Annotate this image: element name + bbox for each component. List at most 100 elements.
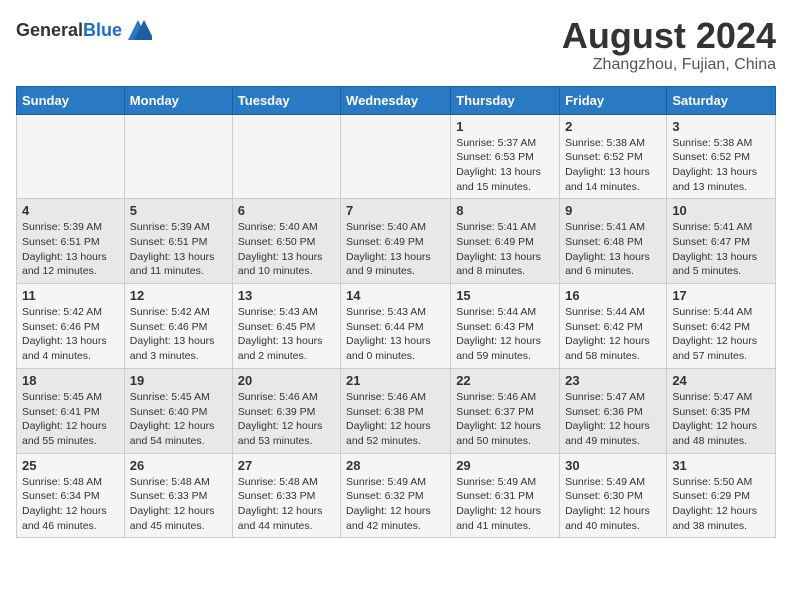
calendar-cell: 14 Sunrise: 5:43 AM Sunset: 6:44 PM Dayli… xyxy=(341,284,451,369)
weekday-header-tuesday: Tuesday xyxy=(232,86,340,114)
header: GeneralBlue August 2024 Zhangzhou, Fujia… xyxy=(16,16,776,74)
calendar-cell: 20 Sunrise: 5:46 AM Sunset: 6:39 PM Dayli… xyxy=(232,368,340,453)
calendar-cell: 22 Sunrise: 5:46 AM Sunset: 6:37 PM Dayli… xyxy=(451,368,560,453)
day-number: 30 xyxy=(565,458,661,473)
day-detail: Sunrise: 5:42 AM Sunset: 6:46 PM Dayligh… xyxy=(130,305,227,364)
day-number: 7 xyxy=(346,203,445,218)
day-detail: Sunrise: 5:49 AM Sunset: 6:31 PM Dayligh… xyxy=(456,475,554,534)
week-row-3: 11 Sunrise: 5:42 AM Sunset: 6:46 PM Dayli… xyxy=(17,284,776,369)
day-number: 19 xyxy=(130,373,227,388)
day-detail: Sunrise: 5:41 AM Sunset: 6:49 PM Dayligh… xyxy=(456,220,554,279)
week-row-2: 4Sunrise: 5:39 AM Sunset: 6:51 PM Daylig… xyxy=(17,199,776,284)
day-detail: Sunrise: 5:44 AM Sunset: 6:42 PM Dayligh… xyxy=(565,305,661,364)
day-detail: Sunrise: 5:49 AM Sunset: 6:30 PM Dayligh… xyxy=(565,475,661,534)
day-number: 13 xyxy=(238,288,335,303)
calendar-cell: 15 Sunrise: 5:44 AM Sunset: 6:43 PM Dayli… xyxy=(451,284,560,369)
day-number: 14 xyxy=(346,288,445,303)
calendar-cell: 11 Sunrise: 5:42 AM Sunset: 6:46 PM Dayli… xyxy=(17,284,125,369)
calendar-cell: 17 Sunrise: 5:44 AM Sunset: 6:42 PM Dayli… xyxy=(667,284,776,369)
day-number: 27 xyxy=(238,458,335,473)
day-detail: Sunrise: 5:46 AM Sunset: 6:37 PM Dayligh… xyxy=(456,390,554,449)
logo-icon xyxy=(124,16,152,44)
day-detail: Sunrise: 5:38 AM Sunset: 6:52 PM Dayligh… xyxy=(565,136,661,195)
calendar-cell: 2 Sunrise: 5:38 AM Sunset: 6:52 PM Daylig… xyxy=(560,114,667,199)
day-detail: Sunrise: 5:40 AM Sunset: 6:49 PM Dayligh… xyxy=(346,220,445,279)
day-detail: Sunrise: 5:38 AM Sunset: 6:52 PM Dayligh… xyxy=(672,136,770,195)
weekday-header-thursday: Thursday xyxy=(451,86,560,114)
day-number: 28 xyxy=(346,458,445,473)
day-number: 6 xyxy=(238,203,335,218)
logo-general: General xyxy=(16,20,83,40)
day-detail: Sunrise: 5:50 AM Sunset: 6:29 PM Dayligh… xyxy=(672,475,770,534)
day-detail: Sunrise: 5:40 AM Sunset: 6:50 PM Dayligh… xyxy=(238,220,335,279)
calendar-cell: 7 Sunrise: 5:40 AM Sunset: 6:49 PM Daylig… xyxy=(341,199,451,284)
logo: GeneralBlue xyxy=(16,16,152,44)
weekday-header-row: SundayMondayTuesdayWednesdayThursdayFrid… xyxy=(17,86,776,114)
day-detail: Sunrise: 5:44 AM Sunset: 6:43 PM Dayligh… xyxy=(456,305,554,364)
calendar-cell: 29 Sunrise: 5:49 AM Sunset: 6:31 PM Dayli… xyxy=(451,453,560,538)
calendar-cell xyxy=(17,114,125,199)
logo-blue: Blue xyxy=(83,20,122,40)
weekday-header-sunday: Sunday xyxy=(17,86,125,114)
day-detail: Sunrise: 5:39 AM Sunset: 6:51 PM Dayligh… xyxy=(22,220,119,279)
calendar-cell: 4Sunrise: 5:39 AM Sunset: 6:51 PM Daylig… xyxy=(17,199,125,284)
calendar-cell: 21Sunrise: 5:46 AM Sunset: 6:38 PM Dayli… xyxy=(341,368,451,453)
day-number: 29 xyxy=(456,458,554,473)
weekday-header-monday: Monday xyxy=(124,86,232,114)
day-detail: Sunrise: 5:47 AM Sunset: 6:35 PM Dayligh… xyxy=(672,390,770,449)
day-number: 17 xyxy=(672,288,770,303)
calendar-cell: 16 Sunrise: 5:44 AM Sunset: 6:42 PM Dayli… xyxy=(560,284,667,369)
calendar-cell: 28Sunrise: 5:49 AM Sunset: 6:32 PM Dayli… xyxy=(341,453,451,538)
month-year-title: August 2024 xyxy=(562,16,776,56)
calendar-cell: 8 Sunrise: 5:41 AM Sunset: 6:49 PM Daylig… xyxy=(451,199,560,284)
day-number: 31 xyxy=(672,458,770,473)
weekday-header-saturday: Saturday xyxy=(667,86,776,114)
calendar-cell: 1 Sunrise: 5:37 AM Sunset: 6:53 PM Daylig… xyxy=(451,114,560,199)
day-number: 3 xyxy=(672,119,770,134)
location-subtitle: Zhangzhou, Fujian, China xyxy=(562,56,776,74)
day-detail: Sunrise: 5:46 AM Sunset: 6:39 PM Dayligh… xyxy=(238,390,335,449)
calendar-cell: 18 Sunrise: 5:45 AM Sunset: 6:41 PM Dayli… xyxy=(17,368,125,453)
day-number: 18 xyxy=(22,373,119,388)
day-detail: Sunrise: 5:41 AM Sunset: 6:48 PM Dayligh… xyxy=(565,220,661,279)
day-number: 12 xyxy=(130,288,227,303)
day-detail: Sunrise: 5:43 AM Sunset: 6:44 PM Dayligh… xyxy=(346,305,445,364)
day-detail: Sunrise: 5:46 AM Sunset: 6:38 PM Dayligh… xyxy=(346,390,445,449)
calendar-cell: 5Sunrise: 5:39 AM Sunset: 6:51 PM Daylig… xyxy=(124,199,232,284)
day-detail: Sunrise: 5:43 AM Sunset: 6:45 PM Dayligh… xyxy=(238,305,335,364)
calendar-cell: 26 Sunrise: 5:48 AM Sunset: 6:33 PM Dayli… xyxy=(124,453,232,538)
day-number: 22 xyxy=(456,373,554,388)
day-number: 9 xyxy=(565,203,661,218)
day-detail: Sunrise: 5:45 AM Sunset: 6:41 PM Dayligh… xyxy=(22,390,119,449)
day-number: 1 xyxy=(456,119,554,134)
calendar-cell xyxy=(124,114,232,199)
day-number: 5 xyxy=(130,203,227,218)
day-number: 8 xyxy=(456,203,554,218)
day-detail: Sunrise: 5:48 AM Sunset: 6:33 PM Dayligh… xyxy=(130,475,227,534)
calendar-cell: 12 Sunrise: 5:42 AM Sunset: 6:46 PM Dayli… xyxy=(124,284,232,369)
day-number: 2 xyxy=(565,119,661,134)
calendar-cell: 6 Sunrise: 5:40 AM Sunset: 6:50 PM Daylig… xyxy=(232,199,340,284)
day-number: 10 xyxy=(672,203,770,218)
day-number: 15 xyxy=(456,288,554,303)
day-number: 25 xyxy=(22,458,119,473)
week-row-1: 1 Sunrise: 5:37 AM Sunset: 6:53 PM Daylig… xyxy=(17,114,776,199)
calendar-cell xyxy=(232,114,340,199)
day-detail: Sunrise: 5:48 AM Sunset: 6:34 PM Dayligh… xyxy=(22,475,119,534)
day-number: 11 xyxy=(22,288,119,303)
calendar-cell xyxy=(341,114,451,199)
calendar-cell: 10 Sunrise: 5:41 AM Sunset: 6:47 PM Dayli… xyxy=(667,199,776,284)
title-area: August 2024 Zhangzhou, Fujian, China xyxy=(562,16,776,74)
calendar-cell: 3 Sunrise: 5:38 AM Sunset: 6:52 PM Daylig… xyxy=(667,114,776,199)
day-detail: Sunrise: 5:41 AM Sunset: 6:47 PM Dayligh… xyxy=(672,220,770,279)
day-detail: Sunrise: 5:37 AM Sunset: 6:53 PM Dayligh… xyxy=(456,136,554,195)
day-detail: Sunrise: 5:42 AM Sunset: 6:46 PM Dayligh… xyxy=(22,305,119,364)
calendar-cell: 9 Sunrise: 5:41 AM Sunset: 6:48 PM Daylig… xyxy=(560,199,667,284)
day-detail: Sunrise: 5:44 AM Sunset: 6:42 PM Dayligh… xyxy=(672,305,770,364)
calendar-cell: 25 Sunrise: 5:48 AM Sunset: 6:34 PM Dayli… xyxy=(17,453,125,538)
day-number: 26 xyxy=(130,458,227,473)
weekday-header-friday: Friday xyxy=(560,86,667,114)
calendar-cell: 24Sunrise: 5:47 AM Sunset: 6:35 PM Dayli… xyxy=(667,368,776,453)
day-number: 16 xyxy=(565,288,661,303)
day-number: 20 xyxy=(238,373,335,388)
